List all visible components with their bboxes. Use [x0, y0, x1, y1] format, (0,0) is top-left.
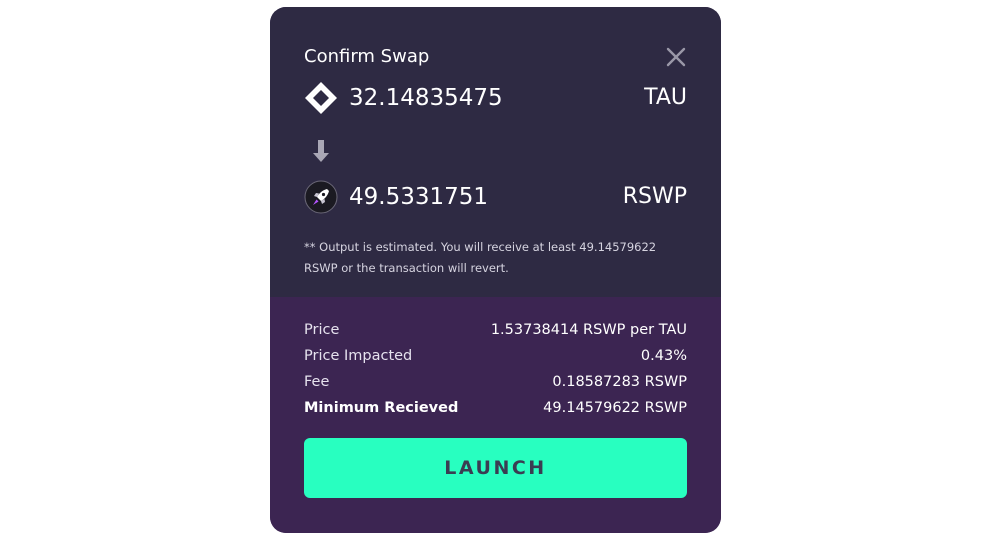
launch-button[interactable]: LAUNCH: [304, 438, 687, 498]
detail-value: 1.53738414 RSWP per TAU: [490, 322, 687, 338]
to-amount: 49.5331751: [349, 184, 489, 210]
to-token-row: 49.5331751 RSWP: [304, 180, 687, 214]
rocket-icon: [304, 180, 338, 214]
detail-value: 49.14579622 RSWP: [543, 400, 687, 416]
to-symbol: RSWP: [622, 184, 687, 209]
swap-details: Price 1.53738414 RSWP per TAU Price Impa…: [304, 317, 687, 421]
detail-row-minimum-received: Minimum Recieved 49.14579622 RSWP: [304, 395, 687, 421]
detail-label: Price Impacted: [304, 348, 413, 364]
from-token-row: 32.14835475 TAU: [304, 81, 687, 115]
detail-value: 0.18587283 RSWP: [552, 374, 687, 390]
from-symbol: TAU: [644, 85, 687, 110]
from-amount: 32.14835475: [349, 85, 503, 111]
confirm-swap-modal: Confirm Swap 32.14835475 TAU 49.5331751 …: [270, 7, 721, 533]
detail-label: Fee: [304, 374, 330, 390]
estimate-note: ** Output is estimated. You will receive…: [304, 237, 664, 279]
detail-row-price: Price 1.53738414 RSWP per TAU: [304, 317, 687, 343]
close-icon[interactable]: [664, 45, 688, 69]
swap-summary-panel: Confirm Swap 32.14835475 TAU 49.5331751 …: [270, 7, 721, 297]
estimate-note-line: RSWP or the transaction will revert.: [304, 261, 509, 275]
estimate-note-line: ** Output is estimated. You will receive…: [304, 240, 657, 254]
detail-row-price-impact: Price Impacted 0.43%: [304, 343, 687, 369]
detail-label: Minimum Recieved: [304, 400, 459, 416]
detail-label: Price: [304, 322, 340, 338]
tau-diamond-icon: [305, 82, 337, 114]
swap-details-panel: Price 1.53738414 RSWP per TAU Price Impa…: [270, 297, 721, 533]
modal-title: Confirm Swap: [304, 46, 430, 67]
arrow-down-icon: [313, 140, 329, 162]
detail-row-fee: Fee 0.18587283 RSWP: [304, 369, 687, 395]
detail-value: 0.43%: [640, 348, 687, 364]
